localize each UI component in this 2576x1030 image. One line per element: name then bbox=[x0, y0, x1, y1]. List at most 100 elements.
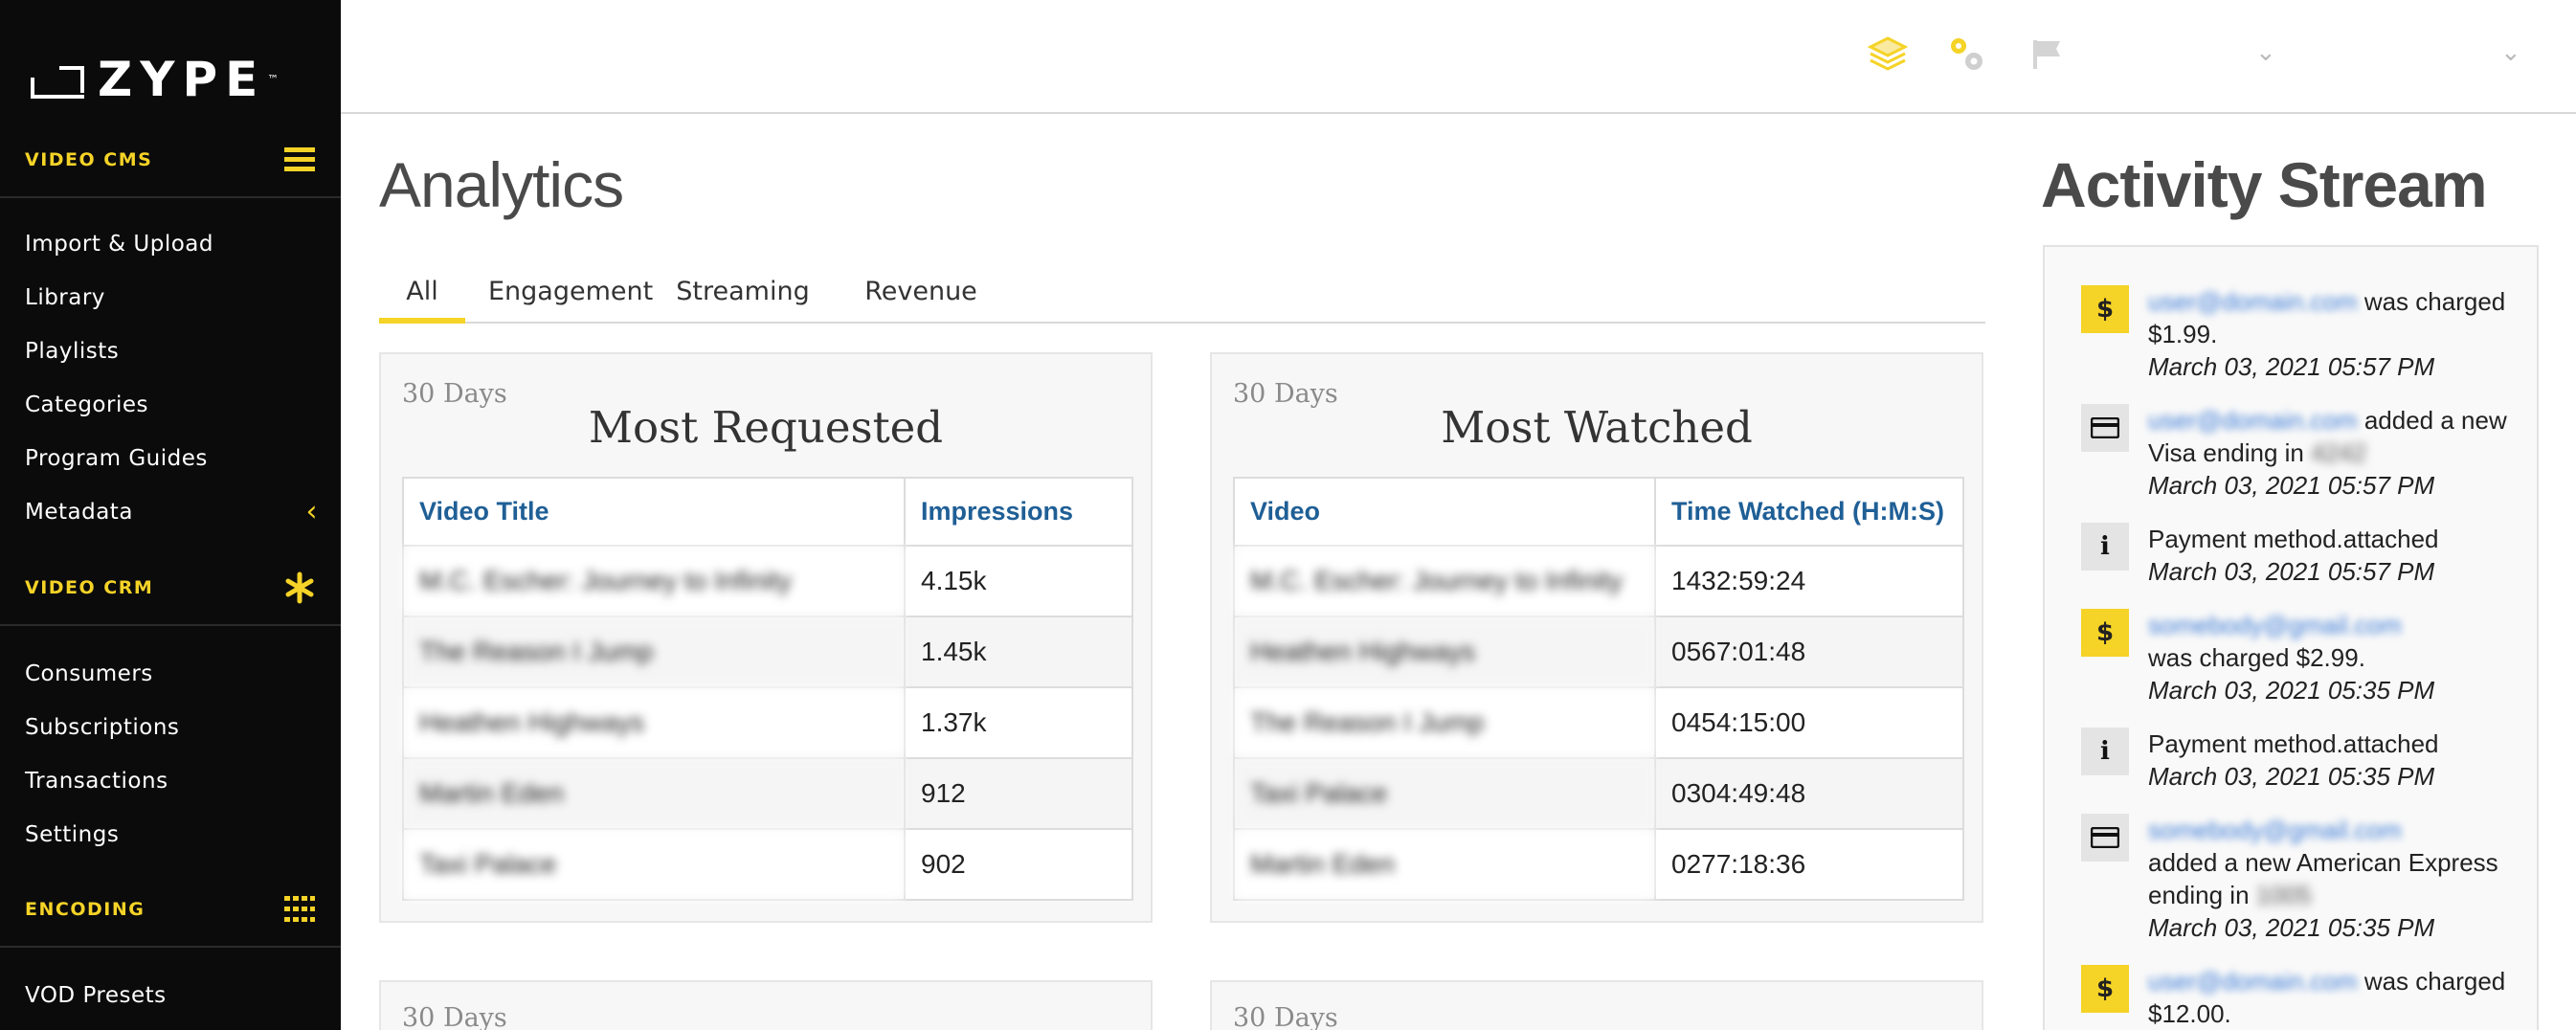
activity-user-link[interactable]: somebody@gmail.com bbox=[2148, 611, 2402, 639]
nav-library[interactable]: Library bbox=[25, 279, 322, 317]
nav-consumers[interactable]: Consumers bbox=[25, 655, 322, 693]
activity-user-link[interactable]: somebody@gmail.com bbox=[2148, 816, 2402, 844]
table-row[interactable]: Taxi Palace 0304:49:48 bbox=[1233, 757, 1964, 830]
video-title-cell[interactable]: Taxi Palace bbox=[1233, 757, 1656, 830]
table-row[interactable]: Martin Eden 0277:18:36 bbox=[1233, 828, 1964, 901]
column-header[interactable]: Video bbox=[1233, 477, 1656, 547]
video-title-cell[interactable]: The Reason I Jump bbox=[1233, 686, 1656, 759]
table-row[interactable]: The Reason I Jump 0454:15:00 bbox=[1233, 686, 1964, 759]
card-range: 30 Days bbox=[1233, 1003, 1338, 1030]
divider bbox=[0, 196, 341, 198]
table-row[interactable]: M.C. Escher: Journey to Infinity 1432:59:… bbox=[1233, 545, 1964, 617]
stack-layers-icon[interactable] bbox=[1867, 33, 1909, 75]
nav-categories[interactable]: Categories bbox=[25, 386, 322, 424]
section-title: VIDEO CRM bbox=[25, 577, 154, 598]
chevron-down-icon[interactable]: ⌄ bbox=[2500, 38, 2521, 67]
video-title-cell[interactable]: M.C. Escher: Journey to Infinity bbox=[1233, 545, 1656, 617]
activity-date: March 03, 2021 05:57 PM bbox=[2148, 352, 2435, 381]
hamburger-menu-icon[interactable] bbox=[283, 144, 316, 176]
nav-transactions[interactable]: Transactions bbox=[25, 762, 322, 800]
video-title-cell[interactable]: Martin Eden bbox=[1233, 828, 1656, 901]
nav-settings[interactable]: Settings bbox=[25, 816, 322, 854]
impressions-cell: 902 bbox=[904, 828, 1133, 901]
table-row[interactable]: The Reason I Jump 1.45k bbox=[402, 616, 1133, 688]
logo-trademark: ™ bbox=[267, 73, 280, 86]
activity-user-link[interactable]: user@domain.com bbox=[2148, 967, 2358, 996]
credit-card-icon bbox=[2081, 814, 2129, 862]
video-title-cell[interactable]: Taxi Palace bbox=[402, 828, 906, 901]
nav-program-guides[interactable]: Program Guides bbox=[25, 439, 322, 478]
activity-user-link[interactable]: user@domain.com bbox=[2148, 287, 2358, 316]
grid-icon[interactable] bbox=[283, 893, 316, 926]
nav-subscriptions[interactable]: Subscriptions bbox=[25, 708, 322, 747]
most-requested-card: 30 Days Most Requested Video Title Impre… bbox=[379, 352, 1153, 923]
tab-revenue[interactable]: Revenue bbox=[862, 268, 980, 324]
most-watched-table: Video Time Watched (H:M:S) M.C. Escher: … bbox=[1233, 477, 1964, 901]
nav-playlists[interactable]: Playlists bbox=[25, 332, 322, 370]
table-header-row: Video Time Watched (H:M:S) bbox=[1233, 477, 1964, 547]
table-row[interactable]: Martin Eden 912 bbox=[402, 757, 1133, 830]
video-title-cell[interactable]: The Reason I Jump bbox=[402, 616, 906, 688]
time-watched-cell: 0304:49:48 bbox=[1654, 757, 1964, 830]
divider bbox=[0, 624, 341, 626]
activity-date: March 03, 2021 05:57 PM bbox=[2148, 471, 2435, 500]
table-row[interactable]: Heathen Highways 1.37k bbox=[402, 686, 1133, 759]
chevron-down-icon[interactable]: ⌄ bbox=[2255, 38, 2276, 67]
activity-date: March 03, 2021 05:35 PM bbox=[2148, 913, 2435, 942]
time-watched-cell: 0567:01:48 bbox=[1654, 616, 1964, 688]
page-title: Analytics bbox=[379, 149, 624, 220]
card-title: Most Watched bbox=[1441, 402, 1753, 453]
time-watched-cell: 0277:18:36 bbox=[1654, 828, 1964, 901]
video-title-cell[interactable]: Martin Eden bbox=[402, 757, 906, 830]
divider bbox=[0, 946, 341, 948]
section-encoding[interactable]: ENCODING bbox=[0, 881, 341, 938]
section-video-cms[interactable]: VIDEO CMS bbox=[0, 131, 341, 189]
tab-streaming[interactable]: Streaming bbox=[676, 268, 810, 324]
impressions-cell: 1.45k bbox=[904, 616, 1133, 688]
table-header-row: Video Title Impressions bbox=[402, 477, 1133, 547]
video-title-cell[interactable]: Heathen Highways bbox=[402, 686, 906, 759]
most-requested-table: Video Title Impressions M.C. Escher: Jou… bbox=[402, 477, 1133, 901]
logo-text: ZYPE bbox=[98, 52, 266, 107]
flag-icon[interactable] bbox=[2026, 33, 2068, 75]
analytics-tabs: All Engagement Streaming Revenue bbox=[379, 268, 1985, 324]
dollar-icon: $ bbox=[2081, 285, 2129, 333]
card-last-digits: 1005 bbox=[2255, 881, 2312, 909]
card-last-digits: 4242 bbox=[2311, 438, 2366, 467]
tab-all[interactable]: All bbox=[379, 268, 465, 324]
activity-stream-panel: $ user@domain.com was charged $1.99. Mar… bbox=[2043, 245, 2539, 1030]
activity-stream-title: Activity Stream bbox=[2041, 149, 2488, 220]
tab-engagement[interactable]: Engagement bbox=[488, 268, 653, 324]
video-title-cell[interactable]: Heathen Highways bbox=[1233, 616, 1656, 688]
asterisk-icon[interactable] bbox=[283, 571, 316, 604]
nav-metadata[interactable]: Metadata ‹ bbox=[25, 493, 322, 531]
impressions-cell: 4.15k bbox=[904, 545, 1133, 617]
nav-import-upload[interactable]: Import & Upload bbox=[25, 225, 322, 263]
dollar-icon: $ bbox=[2081, 965, 2129, 1013]
dollar-icon: $ bbox=[2081, 609, 2129, 657]
table-row[interactable]: Heathen Highways 0567:01:48 bbox=[1233, 616, 1964, 688]
chevron-left-icon[interactable]: ‹ bbox=[306, 493, 323, 531]
section-video-crm[interactable]: VIDEO CRM bbox=[0, 559, 341, 616]
table-row[interactable]: Taxi Palace 902 bbox=[402, 828, 1133, 901]
activity-text: was charged $2.99. bbox=[2148, 643, 2365, 672]
section-title: VIDEO CMS bbox=[25, 149, 153, 170]
bottom-card-right: 30 Days bbox=[1210, 980, 1983, 1030]
column-header[interactable]: Video Title bbox=[402, 477, 906, 547]
bottom-card-left: 30 Days bbox=[379, 980, 1153, 1030]
column-header[interactable]: Time Watched (H:M:S) bbox=[1654, 477, 1964, 547]
gears-icon[interactable] bbox=[1945, 33, 1987, 75]
nav-metadata-label: Metadata bbox=[25, 500, 133, 525]
column-header[interactable]: Impressions bbox=[904, 477, 1133, 547]
table-row[interactable]: M.C. Escher: Journey to Infinity 4.15k bbox=[402, 545, 1133, 617]
sidebar: ZYPE ™ VIDEO CMS Import & Upload Library … bbox=[0, 0, 341, 1030]
zype-logo[interactable]: ZYPE ™ bbox=[31, 56, 279, 103]
activity-date: March 03, 2021 05:35 PM bbox=[2148, 676, 2435, 705]
section-title: ENCODING bbox=[25, 899, 146, 920]
activity-user-link[interactable]: user@domain.com bbox=[2148, 406, 2358, 435]
nav-vod-presets[interactable]: VOD Presets bbox=[25, 976, 322, 1015]
info-icon: i bbox=[2081, 523, 2129, 571]
video-title-cell[interactable]: M.C. Escher: Journey to Infinity bbox=[402, 545, 906, 617]
time-watched-cell: 0454:15:00 bbox=[1654, 686, 1964, 759]
logo-mark-icon bbox=[31, 60, 88, 99]
